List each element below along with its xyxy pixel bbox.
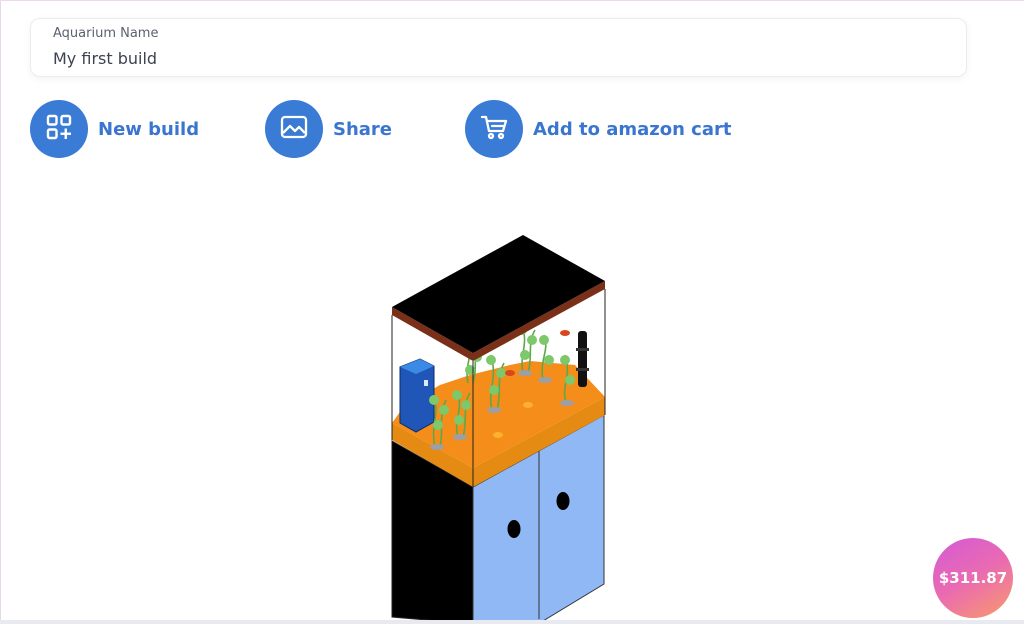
add-to-cart-button[interactable]: Add to amazon cart xyxy=(465,100,731,158)
total-price-badge[interactable]: $311.87 xyxy=(933,538,1013,618)
left-door-knob xyxy=(507,520,521,538)
new-build-icon-circle[interactable] xyxy=(30,100,88,158)
share-label[interactable]: Share xyxy=(333,119,392,140)
new-build-label[interactable]: New build xyxy=(98,119,199,140)
cart-icon xyxy=(480,114,508,144)
image-icon xyxy=(280,115,308,143)
aquarium-name-label: Aquarium Name xyxy=(53,26,159,41)
tank-lid xyxy=(392,235,605,361)
window-border-top xyxy=(0,0,1024,1)
grid-plus-icon xyxy=(46,114,72,144)
window-border-bottom xyxy=(0,620,1024,624)
aquarium-illustration xyxy=(391,235,606,624)
right-door-knob xyxy=(556,492,570,510)
filter-device xyxy=(399,358,435,433)
window-border-left xyxy=(0,0,1,624)
share-icon-circle[interactable] xyxy=(265,100,323,158)
share-button[interactable]: Share xyxy=(265,100,392,158)
aquarium-name-field[interactable]: Aquarium Name xyxy=(30,18,967,77)
aquarium-name-input[interactable] xyxy=(53,46,933,70)
new-build-button[interactable]: New build xyxy=(30,100,199,158)
add-to-cart-label[interactable]: Add to amazon cart xyxy=(533,119,731,140)
total-price-text: $311.87 xyxy=(938,569,1008,587)
cart-icon-circle[interactable] xyxy=(465,100,523,158)
